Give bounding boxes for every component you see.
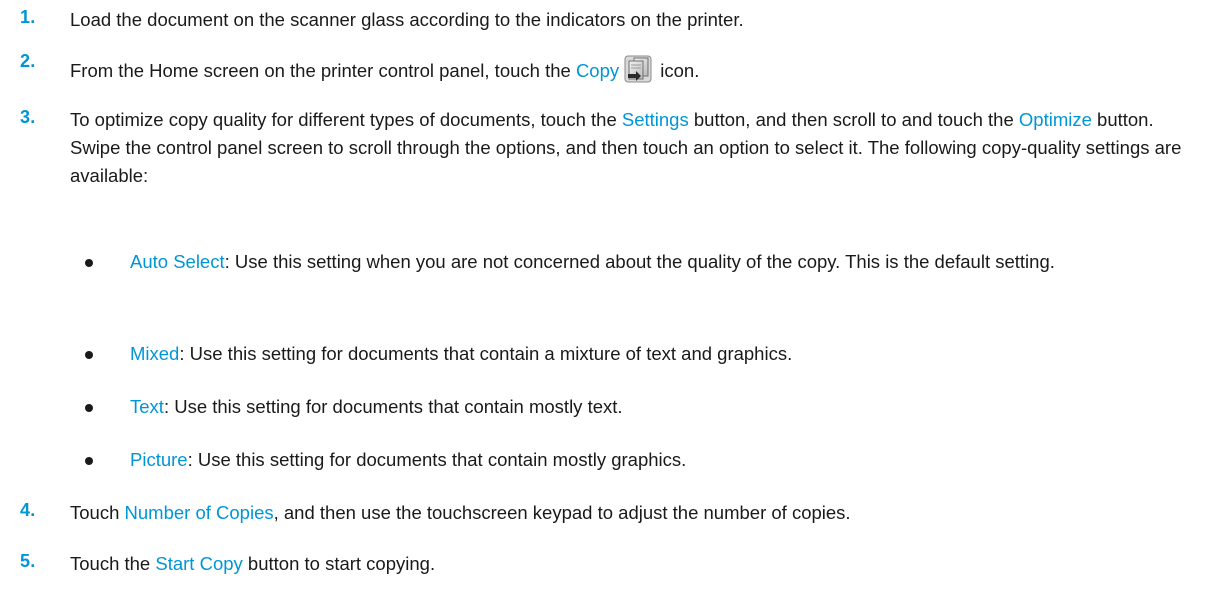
copy-keyword: Copy <box>575 60 620 81</box>
bullet-icon <box>85 457 93 465</box>
option-name: Auto Select <box>130 251 225 272</box>
step-text: Load the document on the scanner glass a… <box>70 9 744 30</box>
bullet-icon <box>85 351 93 359</box>
step-number: 3. <box>20 107 36 127</box>
step-number: 1. <box>20 7 36 27</box>
start-copy-keyword: Start Copy <box>155 553 243 574</box>
bullet-icon <box>85 404 93 412</box>
optimize-keyword: Optimize <box>1018 109 1092 130</box>
option-text: Picture: Use this setting for documents … <box>130 449 687 470</box>
step-text: Touch the Start Copy button to start cop… <box>70 553 436 574</box>
option-text: Text: Use this setting for documents tha… <box>130 396 623 417</box>
option-name: Text <box>130 396 164 417</box>
option-name: Picture <box>130 449 188 470</box>
option-name: Mixed <box>130 343 180 364</box>
option-text: Mixed: Use this setting for documents th… <box>130 343 793 364</box>
copy-icon <box>624 55 652 83</box>
step-number: 4. <box>20 500 36 520</box>
step-number: 2. <box>20 51 36 71</box>
settings-keyword: Settings <box>621 109 689 130</box>
step-text: To optimize copy quality for different t… <box>70 109 1182 186</box>
option-text: Auto Select: Use this setting when you a… <box>130 251 1055 272</box>
bullet-icon <box>85 259 93 267</box>
step-number: 5. <box>20 551 36 571</box>
step-text: From the Home screen on the printer cont… <box>70 55 1190 85</box>
number-of-copies-keyword: Number of Copies <box>124 502 274 523</box>
step-text: Touch Number of Copies, and then use the… <box>70 502 851 523</box>
